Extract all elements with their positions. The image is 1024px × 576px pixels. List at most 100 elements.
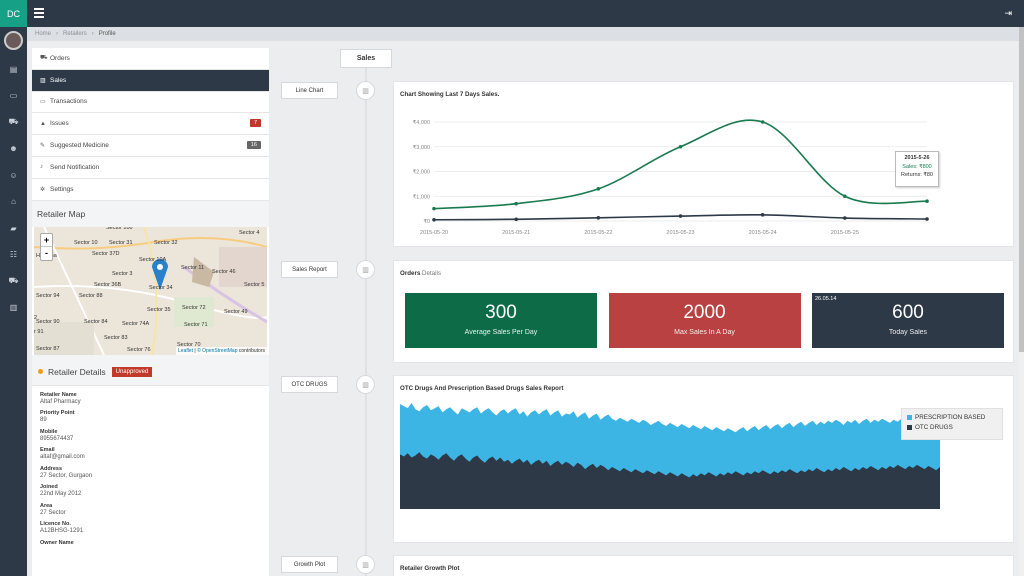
file-icon[interactable]: ▤ (0, 56, 27, 83)
tooltip-sales: Sales: ₹800 (902, 164, 932, 170)
bar-chart-icon: ▥ (40, 77, 46, 84)
nav-item-orders[interactable]: ⛟ Orders (32, 48, 269, 70)
data-point[interactable] (514, 217, 518, 222)
cart-icon[interactable]: ⛟ (0, 268, 27, 295)
timeline-label-otc-drugs[interactable]: OTC DRUGS (281, 376, 338, 393)
detail-field: Address 27 Sector, Gurgaon (40, 466, 261, 479)
zoom-in-button[interactable]: + (41, 234, 52, 247)
x-tick-label: 2015-05-22 (584, 230, 612, 236)
orders-title: Orders Details (400, 270, 441, 277)
detail-value: A12BHSG-1291 (40, 528, 84, 535)
status-dot-icon (38, 369, 43, 375)
brand-logo[interactable]: DC (0, 0, 27, 27)
data-point[interactable] (596, 215, 601, 220)
map-label: Sector 11 (181, 264, 205, 271)
avatar[interactable] (4, 31, 23, 50)
nav-item-send-notification[interactable]: ♪ Send Notification (32, 157, 269, 179)
orders-title-text: Orders (400, 270, 421, 277)
nav-item-sales[interactable]: ▥ Sales (32, 69, 269, 92)
y-tick-label: ₹0 (423, 218, 430, 225)
tile-value: 2000 (683, 302, 726, 323)
series-line-sales (433, 119, 928, 210)
group-icon[interactable]: ☷ (0, 242, 27, 269)
nav-item-transactions[interactable]: ▭ Transactions (32, 92, 269, 114)
nav-item-settings[interactable]: ✲ Settings (32, 179, 269, 201)
bar-chart-icon: ▥ (356, 375, 375, 394)
cart-icon[interactable]: ⛟ (0, 109, 27, 136)
data-point[interactable] (678, 144, 683, 149)
monitor-icon[interactable]: ▭ (0, 83, 27, 110)
data-point[interactable] (760, 120, 765, 124)
nav-item-suggested-medicine[interactable]: ✎ Suggested Medicine 16 (32, 135, 269, 157)
detail-value: Altaf Pharmacy (40, 398, 81, 405)
data-point[interactable] (760, 213, 765, 217)
detail-field: Email altaf@gmail.com (40, 447, 261, 460)
map-label: 2 (34, 314, 38, 321)
data-point[interactable] (925, 199, 929, 203)
nav-item-issues[interactable]: ▲ Issues 7 (32, 113, 269, 136)
osm-link[interactable]: © OpenStreetMap (197, 348, 237, 354)
breadcrumb-retailers[interactable]: Retailers (63, 31, 87, 37)
map-label: Sector 3 (112, 270, 133, 277)
tile-label: Max Sales In A Day (674, 329, 735, 336)
tile-label: Average Sales Per Day (464, 329, 538, 336)
user-icon[interactable]: ☺ (0, 162, 27, 189)
growth-title: Retailer Growth Plot (400, 565, 460, 572)
tooltip-date: 2015-5-26 (904, 155, 930, 161)
scrollbar-thumb[interactable] (1019, 27, 1024, 352)
detail-field: Joined 22nd May 2012 (40, 484, 261, 497)
truck-icon[interactable]: ▰ (0, 215, 27, 242)
nav-item-label: Orders (50, 54, 70, 62)
tooltip-returns: Returns: ₹80 (901, 172, 933, 178)
retailer-map[interactable]: + - Sector 10 Sector 31 Sector 37D Sector 1… (34, 226, 267, 355)
map-label: Sector 49 (224, 308, 248, 315)
y-tick-label: ₹1,000 (413, 193, 430, 200)
menu-toggle-icon[interactable] (34, 8, 44, 18)
map-label: Sector 35 (147, 306, 171, 313)
detail-field: Licence No. A12BHSG-1291 (40, 521, 261, 534)
detail-field: Area 27 Sector (40, 503, 261, 516)
profile-nav: ⛟ Orders ▥ Sales ▭ Transactions ▲ Issues 7 ✎ Sugge… (32, 48, 269, 201)
timeline-label-line-chart[interactable]: Line Chart (281, 82, 338, 99)
leaflet-link[interactable]: Leaflet (178, 348, 193, 354)
chart-icon[interactable]: ▥ (0, 295, 27, 322)
timeline-label-sales-report[interactable]: Sales Report (281, 261, 338, 278)
home-icon[interactable]: ⌂ (0, 189, 27, 216)
detail-field: Mobile 8955674437 (40, 429, 261, 442)
map-label: Sector 72 (182, 304, 206, 311)
detail-label: Joined (40, 484, 58, 491)
nav-item-label: Issues (50, 120, 69, 128)
data-point[interactable] (925, 217, 929, 221)
breadcrumb-home[interactable]: Home (35, 31, 51, 37)
detail-value: 8955674437 (40, 435, 74, 442)
y-tick-label: ₹2,000 (413, 169, 430, 176)
detail-field: Owner Name (40, 540, 261, 546)
x-tick-label: 2015-05-23 (666, 230, 694, 236)
zoom-out-button[interactable]: - (41, 247, 52, 260)
bar-chart-icon: ▥ (356, 260, 375, 279)
data-point[interactable] (678, 214, 683, 218)
timeline-label-growth-plot[interactable]: Growth Plot (281, 556, 338, 573)
data-point[interactable] (514, 201, 518, 206)
legend-item[interactable]: PRESCRIPTION BASED (907, 414, 997, 421)
map-attribution: Leaflet | © OpenStreetMap contributors (176, 346, 267, 355)
legend-item[interactable]: OTC DRUGS (907, 424, 997, 431)
map-label: Sector 83 (104, 334, 128, 341)
data-point[interactable] (432, 206, 436, 211)
tab-sales[interactable]: Sales (340, 49, 392, 68)
orders-card: Orders Details 300 Average Sales Per Day 2… (393, 260, 1014, 363)
map-label: Sector 37D (92, 250, 120, 257)
logout-icon[interactable]: ⇥ (1004, 8, 1012, 19)
x-tick-label: 2015-05-20 (420, 230, 448, 236)
stat-tiles: 300 Average Sales Per Day 2000 Max Sales In… (405, 293, 1004, 348)
scrollbar[interactable] (1019, 27, 1024, 576)
x-tick-label: 2015-05-21 (502, 230, 530, 236)
data-point[interactable] (843, 216, 847, 220)
retailer-details-title: Retailer Details (48, 366, 106, 377)
data-point[interactable] (596, 187, 601, 191)
map-label: Sector 74A (122, 320, 150, 327)
data-point[interactable] (432, 217, 436, 222)
users-icon[interactable]: ☻ (0, 136, 27, 163)
data-point[interactable] (843, 194, 847, 199)
orders-subtitle: Details (422, 270, 441, 277)
